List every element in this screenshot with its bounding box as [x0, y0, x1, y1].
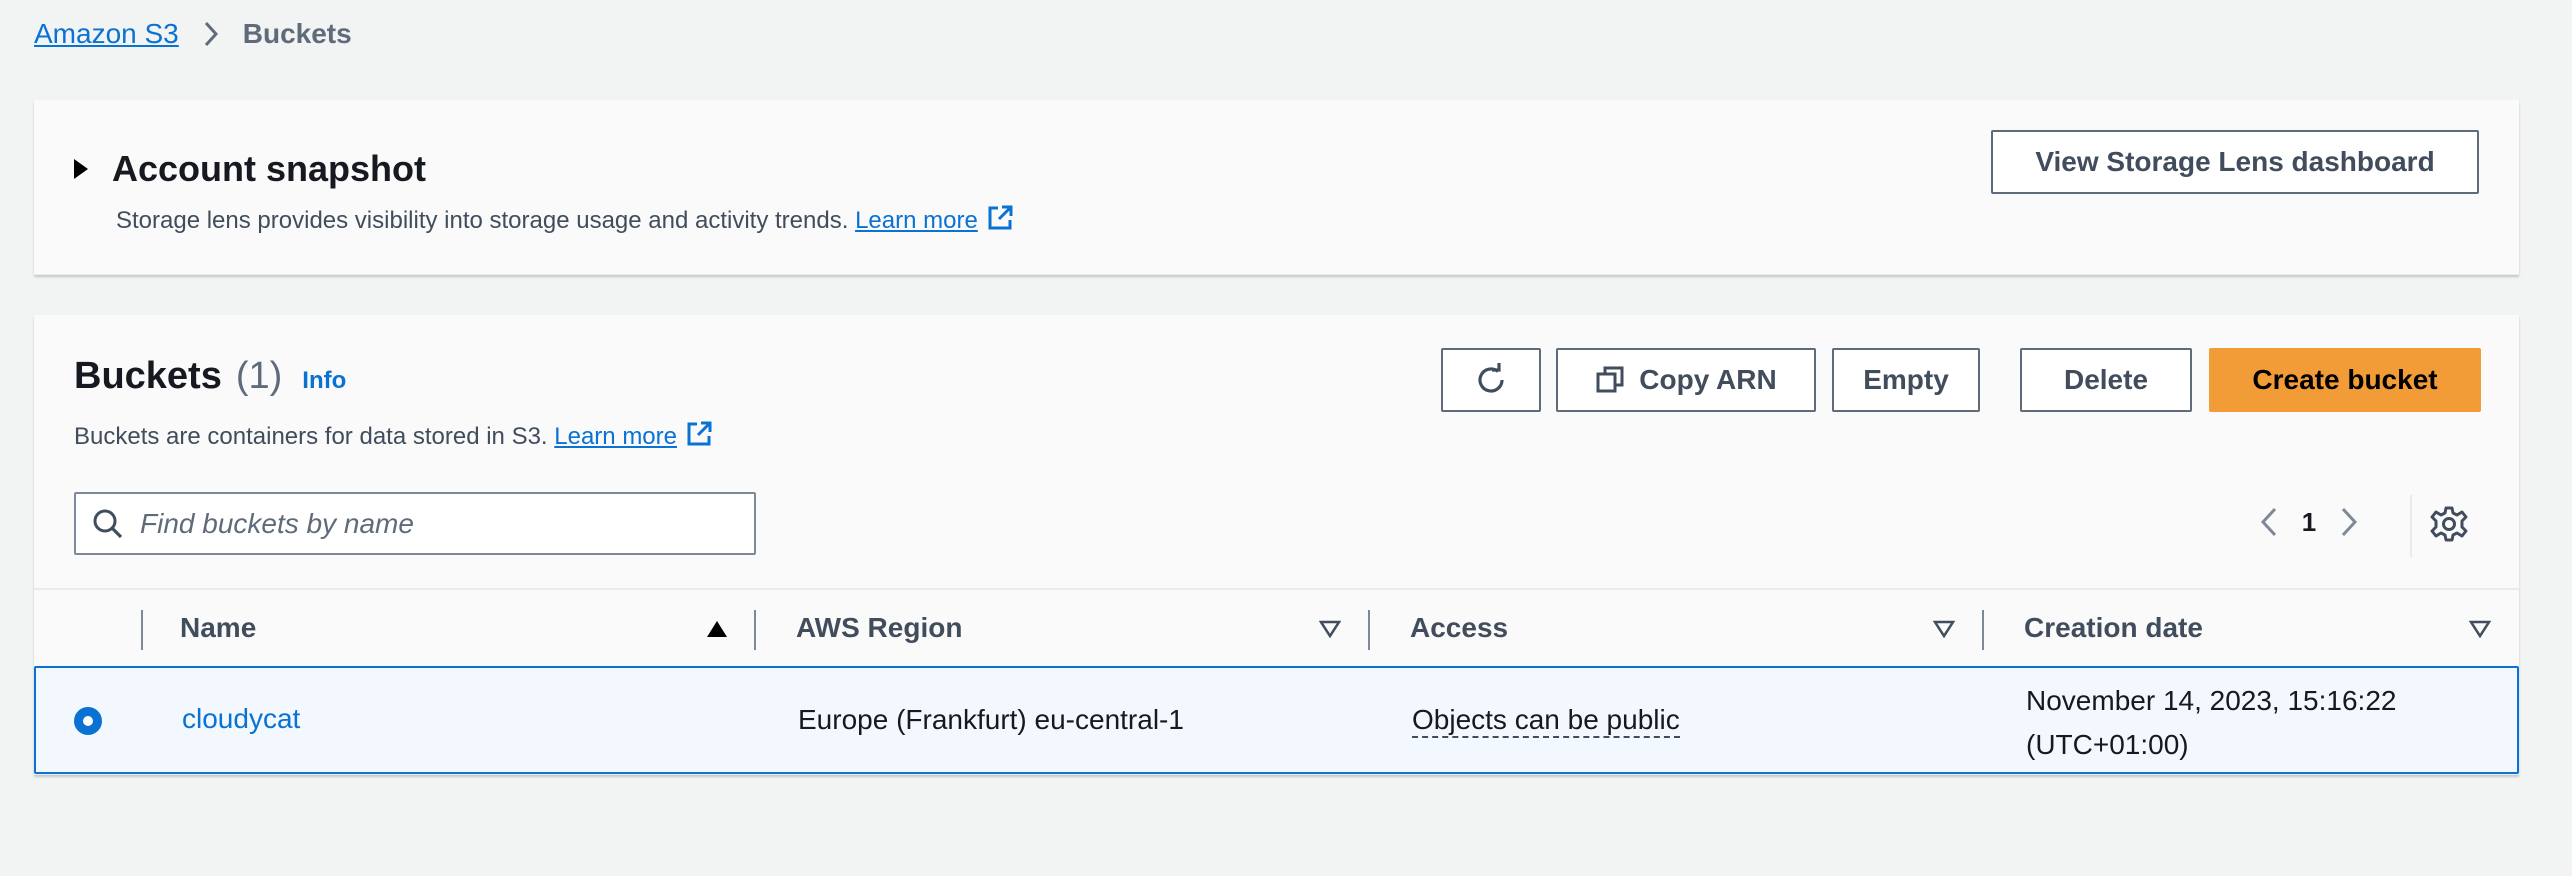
- external-link-icon: [986, 204, 1014, 239]
- creation-date-line1: November 14, 2023, 15:16:22: [2026, 685, 2397, 716]
- column-header-creation-date[interactable]: Creation date: [2024, 590, 2203, 666]
- bucket-region: Europe (Frankfurt) eu-central-1: [798, 704, 1184, 735]
- creation-date-line2: (UTC+01:00): [2026, 729, 2189, 760]
- bucket-search[interactable]: [74, 492, 756, 555]
- account-snapshot-panel: Account snapshot Storage lens provides v…: [34, 100, 2519, 275]
- view-storage-lens-button[interactable]: View Storage Lens dashboard: [1991, 130, 2479, 194]
- column-divider[interactable]: [1982, 610, 1984, 650]
- refresh-icon: [1478, 363, 1504, 393]
- buckets-heading: Buckets (1) Info: [74, 355, 346, 398]
- breadcrumb-current: Buckets: [242, 18, 352, 49]
- row-select-radio[interactable]: [74, 707, 102, 735]
- account-snapshot-title: Account snapshot: [112, 148, 427, 189]
- breadcrumb-amazon-s3-link[interactable]: Amazon S3: [34, 18, 179, 50]
- column-divider: [141, 610, 143, 650]
- buckets-description: Buckets are containers for data stored i…: [74, 420, 713, 455]
- snapshot-learn-more-link[interactable]: Learn more: [855, 205, 1014, 234]
- previous-page-icon[interactable]: [2249, 506, 2289, 538]
- delete-button[interactable]: Delete: [2020, 348, 2192, 412]
- bucket-access[interactable]: Objects can be public: [1412, 704, 1680, 738]
- copy-icon: [1596, 366, 1624, 393]
- column-divider[interactable]: [754, 610, 756, 650]
- search-icon: [93, 509, 123, 538]
- account-snapshot-description: Storage lens provides visibility into st…: [116, 204, 1014, 239]
- pager-divider: [2410, 495, 2412, 557]
- create-bucket-button[interactable]: Create bucket: [2209, 348, 2481, 412]
- next-page-icon[interactable]: [2329, 506, 2369, 538]
- empty-button[interactable]: Empty: [1832, 348, 1980, 412]
- table-row[interactable]: cloudycat Europe (Frankfurt) eu-central-…: [34, 666, 2519, 774]
- snapshot-description-text: Storage lens provides visibility into st…: [116, 206, 849, 234]
- column-header-name[interactable]: Name: [180, 590, 256, 666]
- column-header-region[interactable]: AWS Region: [796, 590, 962, 666]
- settings-gear-icon[interactable]: [2430, 505, 2468, 548]
- table-header: Name AWS Region Access Creation date: [34, 588, 2519, 666]
- buckets-learn-more-label: Learn more: [554, 422, 677, 450]
- bucket-name-link[interactable]: cloudycat: [182, 703, 300, 735]
- buckets-title: Buckets: [74, 355, 222, 397]
- buckets-panel: Buckets (1) Info Buckets are containers …: [34, 315, 2519, 775]
- info-link[interactable]: Info: [302, 367, 346, 395]
- snapshot-learn-more-label: Learn more: [855, 206, 978, 234]
- sort-descending-icon[interactable]: [1319, 620, 1341, 638]
- copy-arn-label: Copy ARN: [1639, 364, 1777, 395]
- external-link-icon: [685, 420, 713, 455]
- bucket-search-input[interactable]: [138, 506, 722, 541]
- refresh-button[interactable]: [1441, 348, 1541, 412]
- account-snapshot-toggle[interactable]: Account snapshot: [74, 148, 426, 190]
- pagination: 1: [2249, 497, 2369, 547]
- page-number[interactable]: 1: [2289, 507, 2329, 538]
- sort-descending-icon[interactable]: [2469, 620, 2491, 638]
- sort-descending-icon[interactable]: [1933, 620, 1955, 638]
- breadcrumb: Amazon S3 Buckets: [34, 18, 352, 50]
- bucket-creation-date: November 14, 2023, 15:16:22 (UTC+01:00): [2026, 679, 2396, 767]
- column-divider[interactable]: [1368, 610, 1370, 650]
- column-header-access[interactable]: Access: [1410, 590, 1508, 666]
- buckets-description-text: Buckets are containers for data stored i…: [74, 422, 548, 450]
- copy-arn-button[interactable]: Copy ARN: [1556, 348, 1816, 412]
- sort-ascending-icon[interactable]: [706, 620, 728, 638]
- chevron-right-icon: [203, 21, 219, 47]
- caret-right-icon: [74, 159, 88, 179]
- buckets-count: (1): [235, 355, 283, 397]
- buckets-learn-more-link[interactable]: Learn more: [554, 421, 713, 450]
